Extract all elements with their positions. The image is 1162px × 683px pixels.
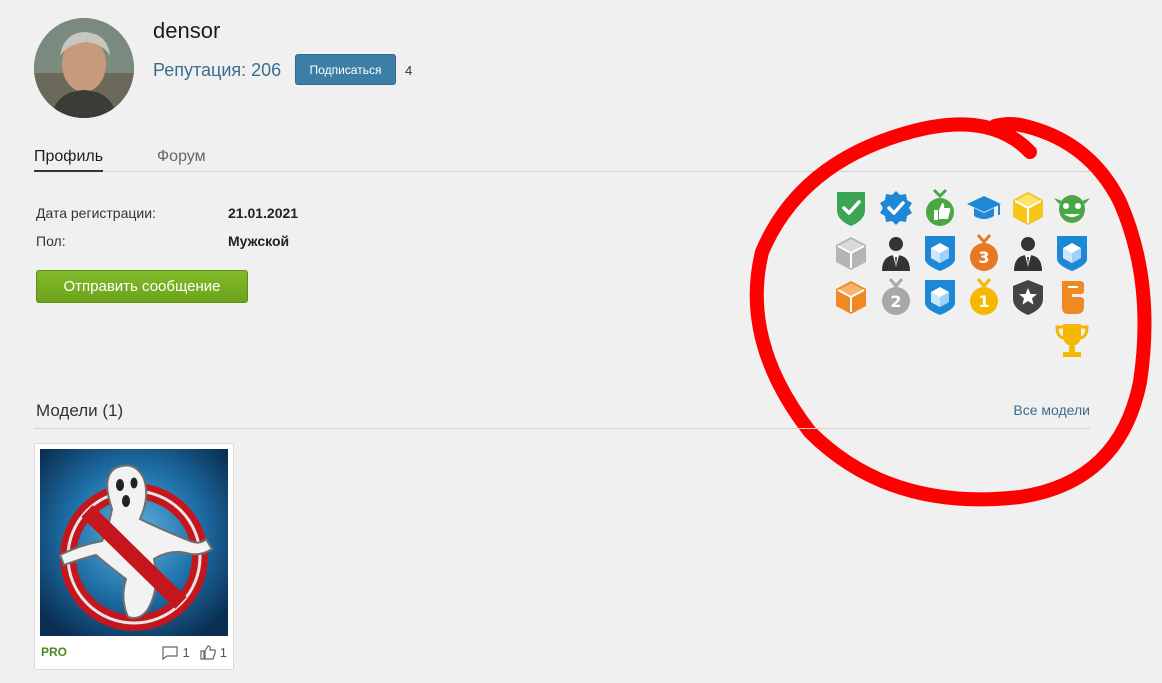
silver-medal-2-icon[interactable]: 2 xyxy=(878,277,914,317)
blue-cube-shield-icon[interactable] xyxy=(1054,233,1090,273)
svg-text:1: 1 xyxy=(978,292,989,311)
subscribe-button[interactable]: Подписаться xyxy=(295,54,396,85)
models-divider xyxy=(34,428,1090,429)
svg-text:2: 2 xyxy=(890,292,901,311)
tab-forum[interactable]: Форум xyxy=(157,148,206,172)
green-shield-check-icon[interactable] xyxy=(833,188,869,228)
blue-cube-shield-icon[interactable] xyxy=(922,233,958,273)
user-avatar[interactable] xyxy=(34,18,134,118)
reputation-label: Репутация: 206 xyxy=(153,60,282,80)
businessman-icon[interactable] xyxy=(878,233,914,273)
registration-label: Дата регистрации: xyxy=(36,205,156,221)
gender-value: Мужской xyxy=(228,233,290,249)
username: densor xyxy=(153,18,221,43)
all-models-link[interactable]: Все модели xyxy=(1013,402,1090,418)
likes-count: 1 xyxy=(219,645,227,660)
gold-medal-1-icon[interactable]: 1 xyxy=(966,277,1002,317)
model-card[interactable]: PRO 1 1 xyxy=(34,443,234,670)
green-thumbs-up-medal-icon[interactable] xyxy=(922,188,958,228)
orange-fist-icon[interactable] xyxy=(1054,277,1090,317)
pro-badge: PRO xyxy=(41,645,68,659)
model-stats: 1 1 xyxy=(161,645,227,660)
profile-tabs: Профиль Форум xyxy=(34,148,1090,172)
like-icon[interactable] xyxy=(200,645,216,660)
graduation-cap-icon[interactable] xyxy=(966,188,1002,228)
blue-verified-check-icon[interactable] xyxy=(878,188,914,228)
comments-count: 1 xyxy=(182,645,190,660)
bronze-medal-3-icon[interactable]: 3 xyxy=(966,233,1002,273)
send-message-button[interactable]: Отправить сообщение xyxy=(36,270,248,303)
subscribers-count: 4 xyxy=(405,63,413,78)
models-title: Модели (1) xyxy=(36,401,124,420)
gold-trophy-icon[interactable] xyxy=(1054,321,1090,361)
blue-cube-shield-icon[interactable] xyxy=(922,277,958,317)
svg-text:3: 3 xyxy=(978,248,989,267)
gray-cube-icon[interactable] xyxy=(833,233,869,273)
businessman-icon[interactable] xyxy=(1010,233,1046,273)
red-annotation-circle xyxy=(749,117,1152,507)
registration-value: 21.01.2021 xyxy=(228,205,299,221)
tab-profile[interactable]: Профиль xyxy=(34,148,104,172)
orange-cube-icon[interactable] xyxy=(833,277,869,317)
star-shield-icon[interactable] xyxy=(1010,277,1046,317)
green-goblin-icon[interactable] xyxy=(1054,188,1090,228)
comment-icon[interactable] xyxy=(161,645,179,660)
gender-label: Пол: xyxy=(36,233,66,249)
ghostbusters-logo-icon[interactable] xyxy=(40,449,228,636)
yellow-cube-icon[interactable] xyxy=(1010,188,1046,228)
